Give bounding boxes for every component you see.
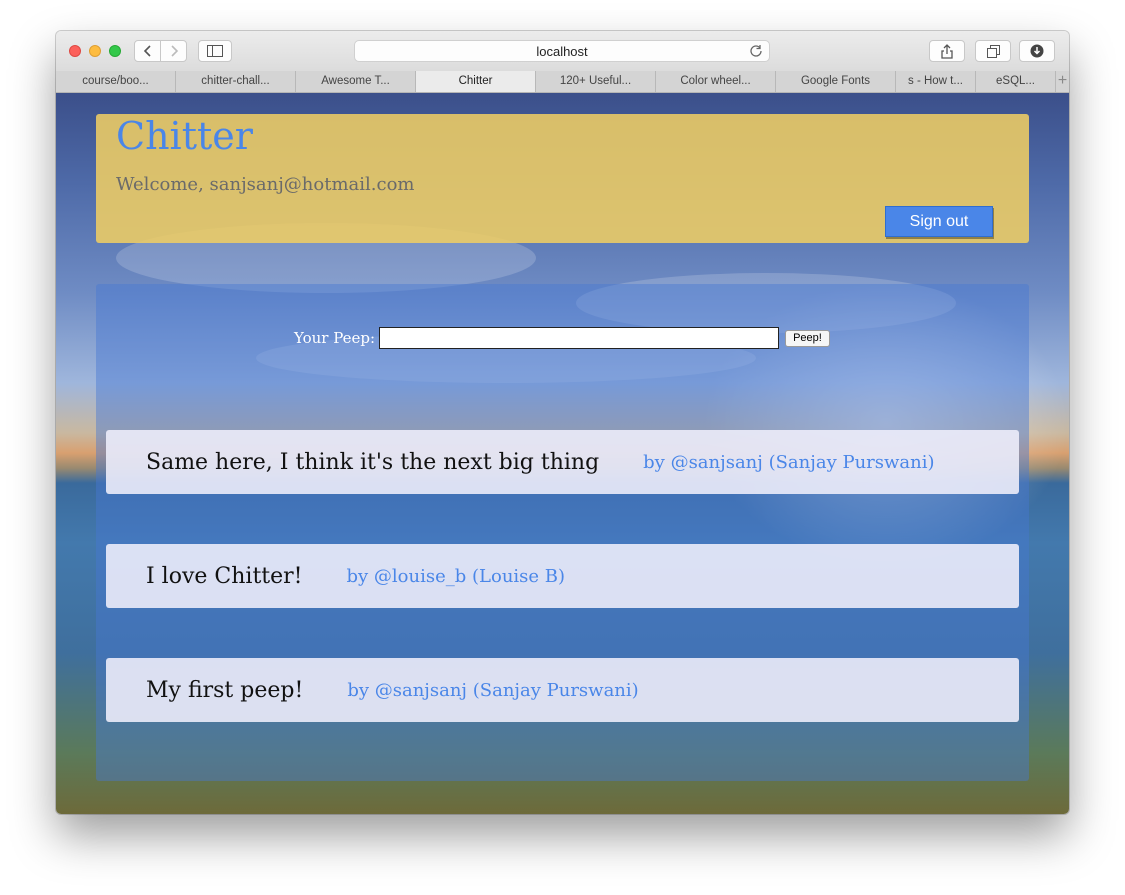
peep-item: I love Chitter! by @louise_b (Louise B) bbox=[106, 544, 1019, 608]
zoom-window-button[interactable] bbox=[109, 45, 121, 57]
peep-text: My first peep! bbox=[146, 677, 304, 703]
page-viewport: Chitter Welcome, sanjsanj@hotmail.com Si… bbox=[56, 93, 1069, 814]
peep-item: Same here, I think it's the next big thi… bbox=[106, 430, 1019, 494]
forward-button[interactable] bbox=[160, 40, 187, 62]
tabs-icon bbox=[986, 44, 1000, 58]
tabs-overview-button[interactable] bbox=[975, 40, 1011, 62]
peep-author: by @sanjsanj (Sanjay Purswani) bbox=[347, 679, 639, 701]
chevron-left-icon bbox=[143, 45, 151, 57]
downloads-button[interactable] bbox=[1019, 40, 1055, 62]
address-url: localhost bbox=[536, 44, 588, 59]
browser-window: localhost course/boo... chitter-chall...… bbox=[56, 31, 1069, 814]
tab-chitter-challenge[interactable]: chitter-chall... bbox=[176, 71, 296, 92]
peep-input[interactable] bbox=[379, 327, 780, 349]
peep-submit-button[interactable]: Peep! bbox=[785, 329, 830, 347]
peep-text: I love Chitter! bbox=[146, 563, 303, 589]
tab-useful[interactable]: 120+ Useful... bbox=[536, 71, 656, 92]
address-bar[interactable]: localhost bbox=[354, 40, 770, 62]
chevron-right-icon bbox=[170, 45, 178, 57]
sidebar-icon bbox=[207, 45, 223, 57]
peep-author: by @sanjsanj (Sanjay Purswani) bbox=[643, 451, 935, 473]
share-button[interactable] bbox=[929, 40, 965, 62]
peep-form: Your Peep: Peep! bbox=[294, 326, 830, 350]
site-title[interactable]: Chitter bbox=[116, 114, 253, 158]
peep-text: Same here, I think it's the next big thi… bbox=[146, 449, 600, 475]
tab-chitter[interactable]: Chitter bbox=[416, 71, 536, 92]
back-button[interactable] bbox=[134, 40, 161, 62]
download-icon bbox=[1030, 44, 1044, 58]
close-window-button[interactable] bbox=[69, 45, 81, 57]
tab-esql[interactable]: eSQL... bbox=[976, 71, 1056, 92]
tab-bar: course/boo... chitter-chall... Awesome T… bbox=[56, 71, 1069, 93]
navigation-buttons bbox=[134, 40, 187, 62]
peep-author: by @louise_b (Louise B) bbox=[346, 565, 566, 587]
minimize-window-button[interactable] bbox=[89, 45, 101, 57]
share-icon bbox=[941, 43, 953, 59]
sidebar-toggle-button[interactable] bbox=[198, 40, 232, 62]
tab-how-to[interactable]: s - How t... bbox=[896, 71, 976, 92]
peep-item: My first peep! by @sanjsanj (Sanjay Purs… bbox=[106, 658, 1019, 722]
sign-out-button[interactable]: Sign out bbox=[885, 206, 993, 237]
tab-course[interactable]: course/boo... bbox=[56, 71, 176, 92]
welcome-message: Welcome, sanjsanj@hotmail.com bbox=[116, 174, 415, 195]
reload-icon[interactable] bbox=[749, 44, 763, 63]
tab-color-wheel[interactable]: Color wheel... bbox=[656, 71, 776, 92]
header-panel: Chitter Welcome, sanjsanj@hotmail.com Si… bbox=[96, 114, 1029, 243]
title-bar: localhost bbox=[56, 31, 1069, 72]
peeps-panel: Your Peep: Peep! Same here, I think it's… bbox=[96, 284, 1029, 781]
tab-google-fonts[interactable]: Google Fonts bbox=[776, 71, 896, 92]
tab-awesome[interactable]: Awesome T... bbox=[296, 71, 416, 92]
peep-input-label: Your Peep: bbox=[294, 329, 376, 347]
new-tab-button[interactable]: + bbox=[1056, 71, 1069, 92]
